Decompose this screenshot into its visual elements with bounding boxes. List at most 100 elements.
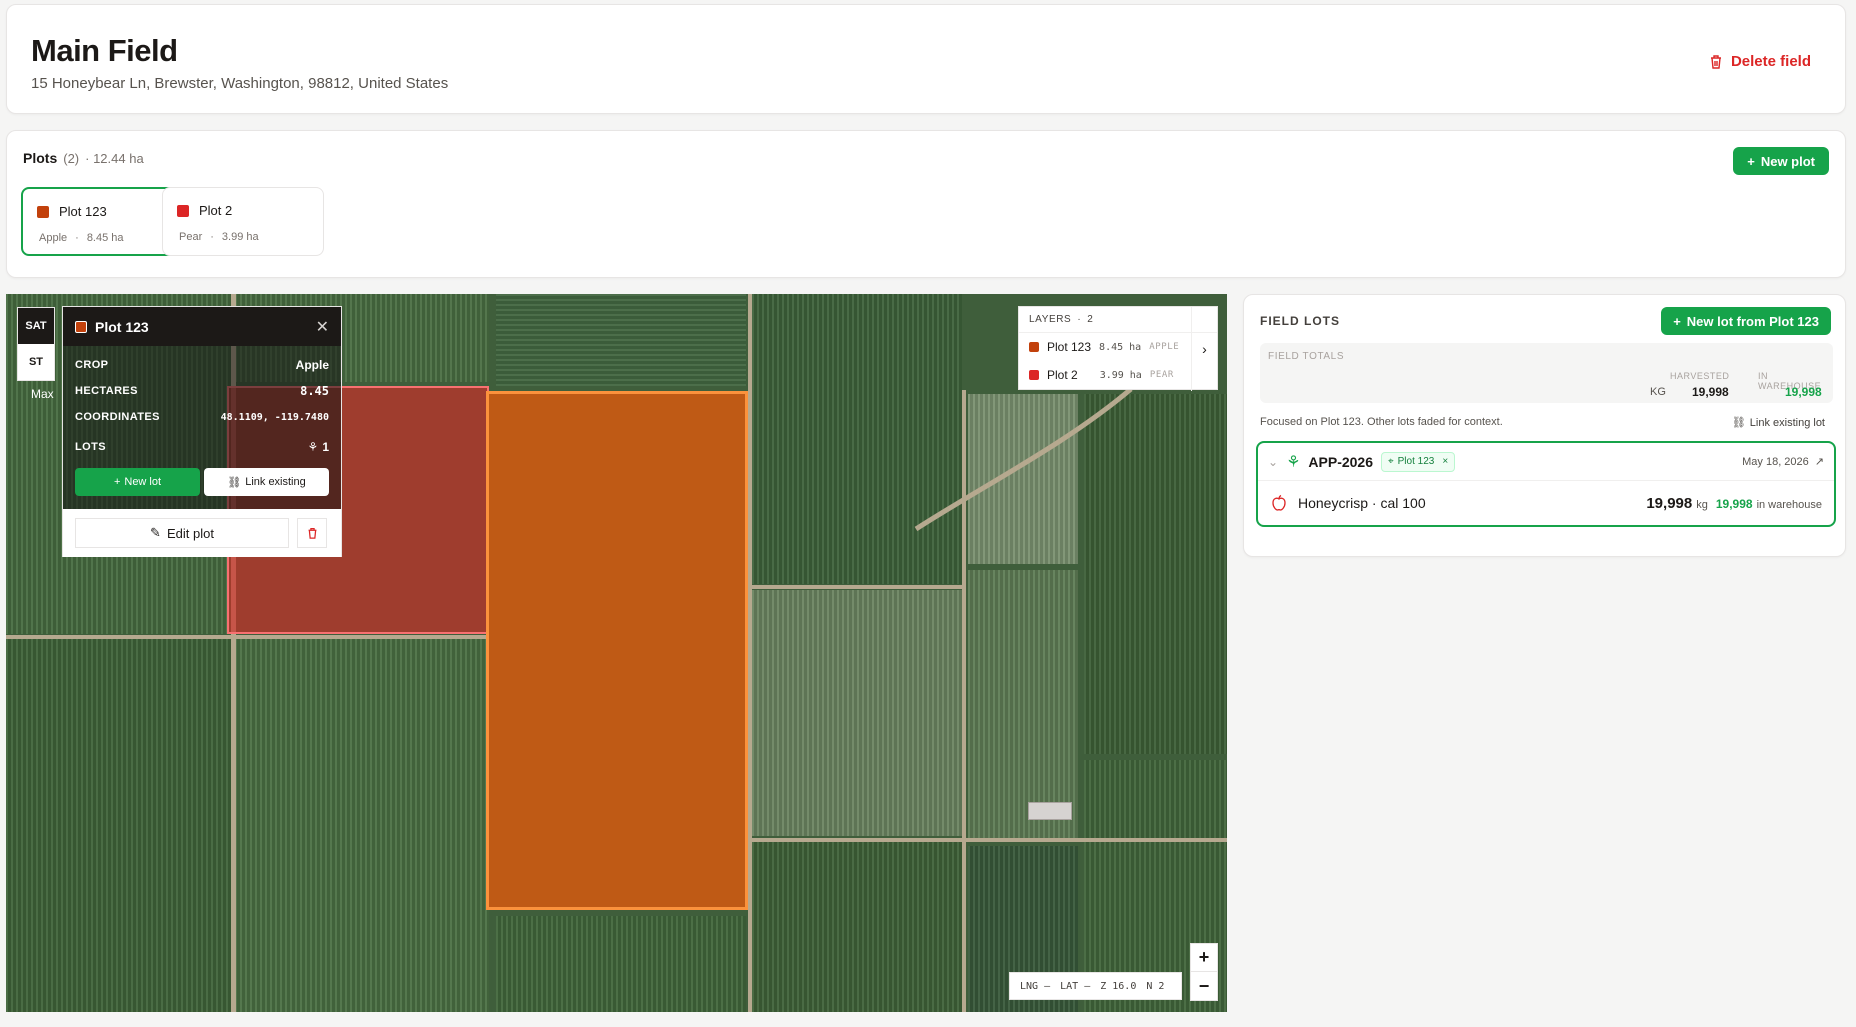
focus-note: Focused on Plot 123. Other lots faded fo…	[1260, 416, 1503, 428]
lot-code: APP-2026	[1308, 453, 1373, 470]
satellite-mode-button[interactable]: SAT	[18, 308, 54, 344]
layer-area: 3.99 ha	[1099, 369, 1142, 381]
zoom-readout: Z 16.0	[1100, 980, 1137, 992]
map-field-block	[496, 916, 746, 1012]
lot-date-text: May 18, 2026	[1742, 455, 1809, 468]
coordinates-label: COORDINATES	[75, 411, 160, 423]
harvested-label: HARVESTED	[1670, 371, 1730, 381]
map-road	[6, 635, 489, 639]
map-road	[752, 585, 962, 589]
new-plot-label: New plot	[1760, 153, 1815, 169]
plus-icon: +	[113, 476, 121, 488]
plot-crop: Pear	[179, 231, 203, 243]
zoom-out-button[interactable]: −	[1191, 972, 1217, 1000]
layers-panel: LAYERS · 2 Plot 123 8.45 ha APPLE Plot 2…	[1018, 306, 1218, 391]
layer-item-plot-2[interactable]: Plot 2 3.99 ha PEAR	[1019, 361, 1217, 389]
field-address: 15 Honeybear Ln, Brewster, Washington, 9…	[31, 75, 449, 92]
map-building	[1028, 802, 1072, 820]
count-readout: N 2	[1146, 980, 1165, 992]
plot-area: 3.99 ha	[221, 231, 259, 243]
plot-card-plot-123[interactable]: Plot 123 Apple · 8.45 ha	[21, 187, 183, 256]
link-existing-lot-label: Link existing lot	[1749, 416, 1825, 429]
new-plot-button[interactable]: + New plot	[1733, 147, 1829, 175]
link-icon: ⛓	[1731, 417, 1746, 429]
sprout-icon: ⚘	[307, 440, 319, 454]
layers-count: 2	[1087, 314, 1094, 325]
lot-quantity: 19,998 kg 19,998 in warehouse	[1646, 495, 1822, 512]
plus-icon: +	[1747, 153, 1755, 169]
layer-crop: PEAR	[1149, 370, 1174, 380]
chevron-down-icon[interactable]: ⌄	[1268, 455, 1278, 469]
zoom-in-button[interactable]: +	[1191, 944, 1217, 972]
edit-plot-label: Edit plot	[166, 525, 214, 541]
plot-color-swatch	[37, 205, 49, 218]
delete-field-button[interactable]: Delete field	[1709, 53, 1811, 70]
coordinates-value: 48.1109, -119.7480	[220, 411, 329, 423]
plot-123-polygon[interactable]	[486, 391, 748, 910]
pin-icon: ⌖	[1388, 456, 1394, 467]
plots-heading: Plots (2) · 12.44 ha	[23, 150, 144, 166]
new-lot-from-plot-button[interactable]: + New lot from Plot 123	[1661, 307, 1831, 335]
map-road	[752, 838, 1227, 842]
satellite-map[interactable]: SAT ST Max Plot 123 ✕ CROP Apple HECTARE…	[6, 294, 1227, 1012]
popup-crop-row: CROP Apple	[75, 352, 329, 378]
popup-new-lot-button[interactable]: + New lot	[75, 468, 200, 496]
plot-color-swatch	[1029, 342, 1039, 352]
crop-value: Apple	[295, 358, 329, 372]
plot-color-swatch	[75, 320, 87, 333]
map-field-block	[752, 590, 962, 836]
zoom-controls: + −	[1190, 943, 1218, 1001]
trash-icon	[308, 528, 316, 539]
unit-label: KG	[1650, 386, 1666, 398]
plot-area: 8.45 ha	[86, 232, 124, 244]
delete-plot-button[interactable]	[297, 518, 327, 548]
plot-crop: Apple	[39, 232, 68, 244]
layer-crop: APPLE	[1149, 342, 1180, 352]
harvested-qty: 19,998	[1646, 494, 1693, 512]
popup-header: Plot 123 ✕	[63, 307, 341, 346]
plot-card-plot-2[interactable]: Plot 2 Pear · 3.99 ha	[162, 187, 324, 256]
field-totals-label: FIELD TOTALS	[1268, 351, 1345, 362]
chevron-right-icon[interactable]: ›	[1191, 307, 1217, 391]
layer-name: Plot 2	[1047, 368, 1078, 382]
plot-name: Plot 123	[59, 204, 107, 219]
warehouse-text: in warehouse	[1756, 498, 1822, 511]
plus-icon: +	[1673, 313, 1681, 329]
popup-coordinates-row: COORDINATES 48.1109, -119.7480	[75, 404, 329, 430]
separator-dot: ·	[75, 232, 79, 244]
plot-color-swatch	[177, 204, 189, 217]
map-field-block	[496, 294, 746, 386]
page-title: Main Field	[31, 33, 178, 68]
edit-plot-button[interactable]: ✎ Edit plot	[75, 518, 289, 548]
layer-item-plot-123[interactable]: Plot 123 8.45 ha APPLE	[1019, 333, 1217, 361]
external-link-icon[interactable]: ↗	[1815, 455, 1824, 468]
in-warehouse-value: 19,998	[1785, 385, 1822, 399]
lot-card-header: ⌄ ⚘ APP-2026 ⌖ Plot 123 × May 18, 2026 ↗	[1258, 443, 1834, 481]
popup-link-existing-button[interactable]: ⛓ Link existing	[204, 468, 329, 496]
street-mode-button[interactable]: ST	[18, 344, 54, 380]
popup-title: Plot 123	[95, 318, 149, 335]
pencil-icon: ✎	[150, 525, 161, 540]
popup-actions: + New lot ⛓ Link existing	[75, 468, 329, 496]
link-existing-lot-link[interactable]: ⛓ Link existing lot	[1731, 416, 1825, 430]
new-lot-from-plot-label: New lot from Plot 123	[1686, 313, 1819, 329]
lat-readout: LAT –	[1060, 980, 1091, 992]
layers-label: LAYERS	[1029, 314, 1072, 325]
max-label: Max	[31, 387, 54, 401]
lots-value: 1	[322, 440, 329, 454]
popup-footer: ✎ Edit plot	[63, 509, 341, 557]
hectares-value: 8.45	[300, 384, 329, 398]
lot-date: May 18, 2026 ↗	[1742, 455, 1824, 469]
lot-card[interactable]: ⌄ ⚘ APP-2026 ⌖ Plot 123 × May 18, 2026 ↗…	[1256, 441, 1836, 527]
lots-label: LOTS	[75, 441, 106, 453]
map-field-block	[235, 639, 489, 1012]
plots-total-area: · 12.44 ha	[85, 151, 144, 166]
popup-lots-row: LOTS ⚘ 1	[75, 434, 329, 460]
hectares-label: HECTARES	[75, 385, 138, 397]
popup-body: CROP Apple HECTARES 8.45 COORDINATES 48.…	[63, 346, 341, 509]
map-style-toggle: SAT ST	[17, 307, 55, 381]
close-icon[interactable]: ✕	[316, 317, 329, 337]
remove-tag-icon[interactable]: ×	[1442, 456, 1448, 467]
map-road	[748, 294, 752, 1012]
map-dirt-road	[914, 387, 1133, 532]
